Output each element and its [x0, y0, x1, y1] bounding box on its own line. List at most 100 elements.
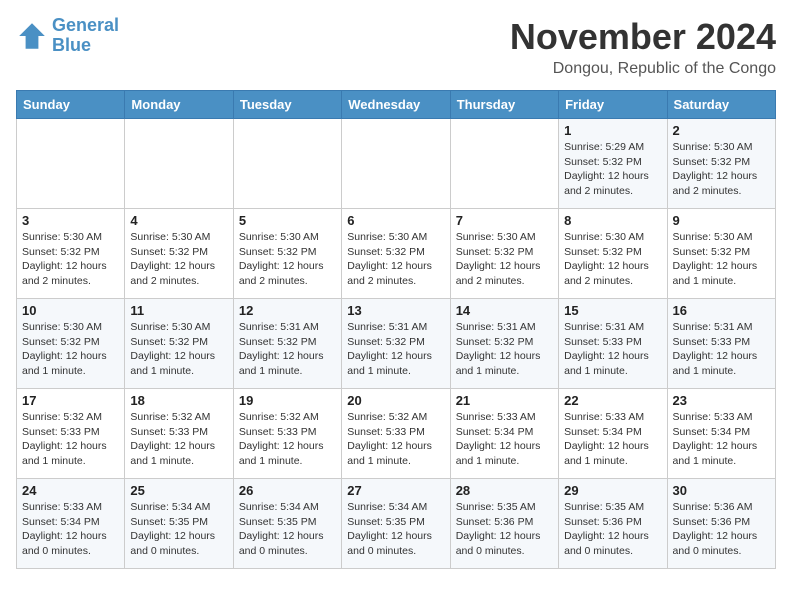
title-block: November 2024 Dongou, Republic of the Co…: [510, 16, 776, 78]
daylight-text: Daylight: 12 hours and 2 minutes.: [564, 170, 649, 197]
daylight-text: Daylight: 12 hours and 1 minute.: [22, 350, 107, 377]
sunrise-text: Sunrise: 5:30 AM: [347, 231, 427, 243]
day-cell: 14 Sunrise: 5:31 AM Sunset: 5:32 PM Dayl…: [450, 299, 558, 389]
day-info: Sunrise: 5:34 AM Sunset: 5:35 PM Dayligh…: [130, 500, 227, 559]
sunrise-text: Sunrise: 5:31 AM: [564, 321, 644, 333]
day-info: Sunrise: 5:30 AM Sunset: 5:32 PM Dayligh…: [130, 230, 227, 289]
header-thursday: Thursday: [450, 91, 558, 119]
sunrise-text: Sunrise: 5:30 AM: [130, 231, 210, 243]
sunset-text: Sunset: 5:32 PM: [456, 246, 534, 258]
daylight-text: Daylight: 12 hours and 1 minute.: [673, 260, 758, 287]
day-cell: 24 Sunrise: 5:33 AM Sunset: 5:34 PM Dayl…: [17, 479, 125, 569]
sunrise-text: Sunrise: 5:31 AM: [456, 321, 536, 333]
day-number: 22: [564, 393, 661, 408]
day-cell: 5 Sunrise: 5:30 AM Sunset: 5:32 PM Dayli…: [233, 209, 341, 299]
daylight-text: Daylight: 12 hours and 1 minute.: [130, 350, 215, 377]
day-cell: 25 Sunrise: 5:34 AM Sunset: 5:35 PM Dayl…: [125, 479, 233, 569]
day-info: Sunrise: 5:33 AM Sunset: 5:34 PM Dayligh…: [456, 410, 553, 469]
daylight-text: Daylight: 12 hours and 0 minutes.: [347, 530, 432, 557]
month-title: November 2024: [510, 16, 776, 58]
day-info: Sunrise: 5:33 AM Sunset: 5:34 PM Dayligh…: [22, 500, 119, 559]
day-cell: 1 Sunrise: 5:29 AM Sunset: 5:32 PM Dayli…: [559, 119, 667, 209]
sunset-text: Sunset: 5:32 PM: [22, 336, 100, 348]
daylight-text: Daylight: 12 hours and 2 minutes.: [673, 170, 758, 197]
day-info: Sunrise: 5:30 AM Sunset: 5:32 PM Dayligh…: [673, 140, 770, 199]
day-number: 20: [347, 393, 444, 408]
sunrise-text: Sunrise: 5:30 AM: [130, 321, 210, 333]
sunset-text: Sunset: 5:33 PM: [130, 426, 208, 438]
sunrise-text: Sunrise: 5:30 AM: [22, 321, 102, 333]
header-monday: Monday: [125, 91, 233, 119]
daylight-text: Daylight: 12 hours and 1 minute.: [22, 440, 107, 467]
daylight-text: Daylight: 12 hours and 0 minutes.: [22, 530, 107, 557]
day-number: 24: [22, 483, 119, 498]
day-number: 30: [673, 483, 770, 498]
header-wednesday: Wednesday: [342, 91, 450, 119]
sunrise-text: Sunrise: 5:31 AM: [239, 321, 319, 333]
sunset-text: Sunset: 5:32 PM: [130, 246, 208, 258]
daylight-text: Daylight: 12 hours and 2 minutes.: [564, 260, 649, 287]
daylight-text: Daylight: 12 hours and 2 minutes.: [347, 260, 432, 287]
day-info: Sunrise: 5:31 AM Sunset: 5:33 PM Dayligh…: [564, 320, 661, 379]
sunset-text: Sunset: 5:32 PM: [673, 156, 751, 168]
day-cell: 20 Sunrise: 5:32 AM Sunset: 5:33 PM Dayl…: [342, 389, 450, 479]
day-cell: 3 Sunrise: 5:30 AM Sunset: 5:32 PM Dayli…: [17, 209, 125, 299]
day-number: 4: [130, 213, 227, 228]
day-cell: 29 Sunrise: 5:35 AM Sunset: 5:36 PM Dayl…: [559, 479, 667, 569]
day-number: 9: [673, 213, 770, 228]
day-info: Sunrise: 5:31 AM Sunset: 5:32 PM Dayligh…: [239, 320, 336, 379]
day-number: 21: [456, 393, 553, 408]
day-cell: 6 Sunrise: 5:30 AM Sunset: 5:32 PM Dayli…: [342, 209, 450, 299]
sunset-text: Sunset: 5:32 PM: [347, 246, 425, 258]
sunset-text: Sunset: 5:32 PM: [239, 336, 317, 348]
day-number: 14: [456, 303, 553, 318]
sunset-text: Sunset: 5:32 PM: [564, 246, 642, 258]
sunset-text: Sunset: 5:35 PM: [347, 516, 425, 528]
daylight-text: Daylight: 12 hours and 1 minute.: [456, 440, 541, 467]
sunrise-text: Sunrise: 5:31 AM: [347, 321, 427, 333]
calendar-table: Sunday Monday Tuesday Wednesday Thursday…: [16, 90, 776, 569]
day-cell: [450, 119, 558, 209]
day-number: 26: [239, 483, 336, 498]
day-number: 8: [564, 213, 661, 228]
week-row-4: 17 Sunrise: 5:32 AM Sunset: 5:33 PM Dayl…: [17, 389, 776, 479]
day-cell: [17, 119, 125, 209]
day-number: 15: [564, 303, 661, 318]
sunrise-text: Sunrise: 5:30 AM: [456, 231, 536, 243]
sunset-text: Sunset: 5:33 PM: [347, 426, 425, 438]
sunrise-text: Sunrise: 5:32 AM: [239, 411, 319, 423]
daylight-text: Daylight: 12 hours and 1 minute.: [673, 350, 758, 377]
day-cell: [125, 119, 233, 209]
daylight-text: Daylight: 12 hours and 1 minute.: [564, 440, 649, 467]
day-cell: 7 Sunrise: 5:30 AM Sunset: 5:32 PM Dayli…: [450, 209, 558, 299]
day-number: 5: [239, 213, 336, 228]
daylight-text: Daylight: 12 hours and 1 minute.: [564, 350, 649, 377]
week-row-3: 10 Sunrise: 5:30 AM Sunset: 5:32 PM Dayl…: [17, 299, 776, 389]
day-info: Sunrise: 5:34 AM Sunset: 5:35 PM Dayligh…: [239, 500, 336, 559]
sunrise-text: Sunrise: 5:30 AM: [239, 231, 319, 243]
sunrise-text: Sunrise: 5:36 AM: [673, 501, 753, 513]
sunrise-text: Sunrise: 5:30 AM: [22, 231, 102, 243]
day-number: 3: [22, 213, 119, 228]
day-info: Sunrise: 5:30 AM Sunset: 5:32 PM Dayligh…: [347, 230, 444, 289]
day-info: Sunrise: 5:30 AM Sunset: 5:32 PM Dayligh…: [22, 320, 119, 379]
day-number: 6: [347, 213, 444, 228]
sunrise-text: Sunrise: 5:29 AM: [564, 141, 644, 153]
day-number: 28: [456, 483, 553, 498]
location: Dongou, Republic of the Congo: [510, 60, 776, 78]
week-row-2: 3 Sunrise: 5:30 AM Sunset: 5:32 PM Dayli…: [17, 209, 776, 299]
sunset-text: Sunset: 5:33 PM: [673, 336, 751, 348]
sunset-text: Sunset: 5:32 PM: [564, 156, 642, 168]
sunset-text: Sunset: 5:34 PM: [456, 426, 534, 438]
day-info: Sunrise: 5:35 AM Sunset: 5:36 PM Dayligh…: [564, 500, 661, 559]
day-info: Sunrise: 5:31 AM Sunset: 5:32 PM Dayligh…: [347, 320, 444, 379]
day-number: 19: [239, 393, 336, 408]
sunrise-text: Sunrise: 5:32 AM: [22, 411, 102, 423]
sunset-text: Sunset: 5:34 PM: [673, 426, 751, 438]
day-number: 18: [130, 393, 227, 408]
daylight-text: Daylight: 12 hours and 2 minutes.: [130, 260, 215, 287]
sunset-text: Sunset: 5:34 PM: [22, 516, 100, 528]
day-info: Sunrise: 5:33 AM Sunset: 5:34 PM Dayligh…: [673, 410, 770, 469]
daylight-text: Daylight: 12 hours and 1 minute.: [130, 440, 215, 467]
day-number: 12: [239, 303, 336, 318]
